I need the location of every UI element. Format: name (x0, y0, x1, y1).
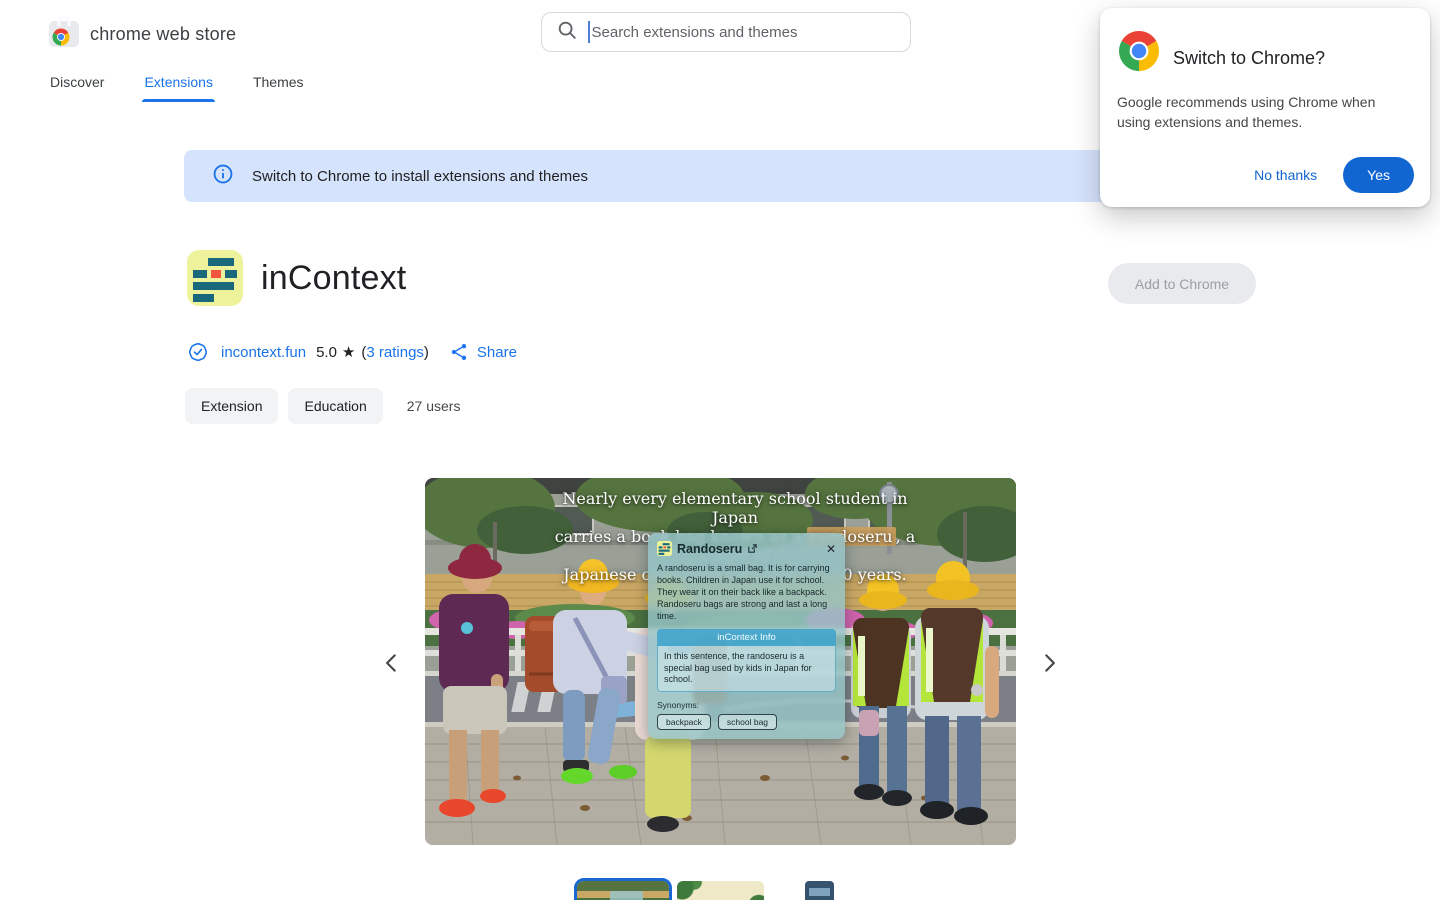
yes-button[interactable]: Yes (1343, 157, 1414, 193)
share-icon (449, 342, 469, 362)
text-caret (588, 21, 590, 43)
star-icon: ★ (341, 344, 356, 361)
ratings-paren-close: ) (423, 343, 429, 361)
synonym-chip: school bag (717, 713, 778, 730)
tooltip-header: Randoseru ✕ (657, 541, 836, 556)
verified-badge-icon (187, 341, 209, 363)
tooltip-synonyms: backpack school bag (657, 713, 836, 730)
info-icon (212, 163, 234, 190)
store-logo-label: chrome web store (90, 24, 237, 44)
dialog-actions: No thanks Yes (1254, 157, 1414, 193)
share-label: Share (476, 343, 517, 361)
chrome-web-store-page: chrome web store Discover Extensions The… (0, 0, 1440, 900)
rating-value: 5.0 (316, 343, 337, 361)
search-bar[interactable] (541, 12, 911, 52)
dialog-title: Switch to Chrome? (1173, 48, 1326, 68)
ratings-link[interactable]: 3 ratings (366, 344, 424, 361)
external-link-icon (747, 543, 758, 554)
share-button[interactable]: Share (449, 342, 517, 362)
category-row: Extension Education 27 users (185, 388, 460, 424)
search-input[interactable] (591, 23, 896, 41)
carousel-prev-button[interactable] (372, 643, 412, 683)
thumbnail-1-preview (577, 881, 669, 900)
tooltip-info-text: In this sentence, the randoseru is a spe… (657, 646, 836, 692)
tooltip-definition: A randoseru is a small bag. It is for ca… (657, 563, 830, 621)
banner-message: Switch to Chrome to install extensions a… (252, 167, 588, 185)
users-count: 27 users (406, 398, 461, 414)
chip-extension[interactable]: Extension (185, 388, 279, 424)
chip-education[interactable]: Education (288, 388, 383, 424)
tooltip-close-icon: ✕ (825, 541, 836, 556)
tooltip-info-header: inContext Info (657, 629, 836, 646)
tooltip-title: Randoseru (677, 541, 743, 556)
tooltip-synonyms-label: Synonyms: (657, 699, 700, 710)
tab-extensions[interactable]: Extensions (142, 70, 216, 102)
extension-meta-row: incontext.fun 5.0 ★ ( 3 ratings ) Share (187, 338, 517, 366)
tab-discover[interactable]: Discover (48, 70, 106, 102)
incontext-mini-icon (657, 541, 672, 556)
add-to-chrome-button: Add to Chrome (1108, 263, 1256, 304)
dialog-body: Google recommends using Chrome when usin… (1117, 94, 1376, 130)
extension-title: inContext (261, 258, 407, 297)
primary-nav: Discover Extensions Themes (48, 70, 306, 102)
incontext-tooltip-card: Randoseru ✕ A randoseru is a small bag. … (648, 533, 845, 739)
thumbnail-3[interactable] (805, 881, 834, 900)
store-bag-icon (48, 15, 80, 53)
synonym-chip: backpack (657, 713, 711, 730)
extension-icon (187, 250, 243, 306)
no-thanks-button[interactable]: No thanks (1254, 167, 1317, 183)
tab-themes[interactable]: Themes (251, 70, 306, 102)
thumbnail-2[interactable] (677, 881, 764, 900)
chrome-logo-icon (1117, 29, 1161, 78)
store-logo[interactable]: chrome web store (48, 15, 237, 53)
switch-to-chrome-dialog: Switch to Chrome? Google recommends usin… (1100, 8, 1430, 207)
search-icon (556, 19, 578, 46)
chevron-left-icon (386, 654, 396, 672)
carousel-next-button[interactable] (1029, 643, 1069, 683)
thumbnail-1-selected[interactable] (574, 878, 672, 900)
carousel-screenshot[interactable]: Nearly every elementary school student i… (425, 478, 1016, 845)
website-link[interactable]: incontext.fun (221, 344, 306, 361)
chevron-right-icon (1045, 654, 1055, 672)
switch-to-chrome-banner: Switch to Chrome to install extensions a… (184, 150, 1256, 202)
